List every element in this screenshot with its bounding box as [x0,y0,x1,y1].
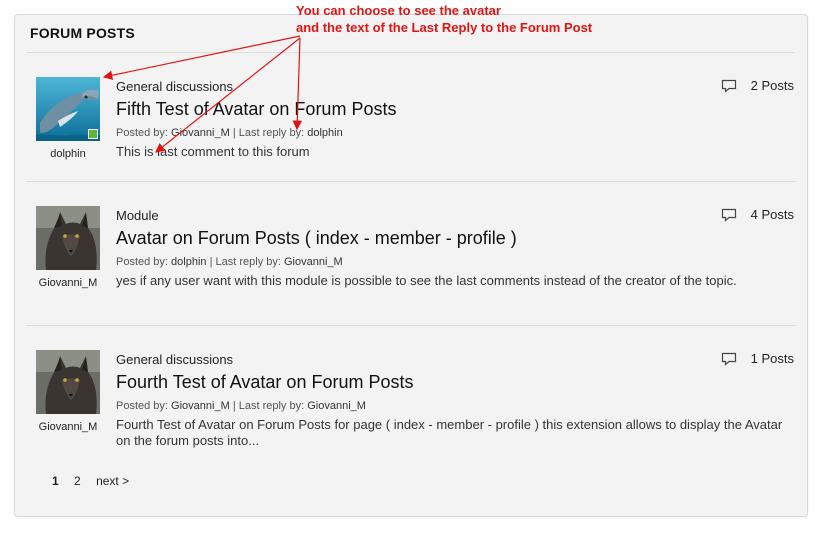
comment-icon [721,352,737,366]
last-reply-label: Last reply by: [215,256,281,268]
avatar-username[interactable]: dolphin [26,148,110,160]
author-avatar-block[interactable]: dolphin [36,77,100,160]
page-2-link[interactable]: 2 [74,474,81,488]
post-content: Module Avatar on Forum Posts ( index - m… [116,207,786,289]
posts-count-label: 1 Posts [750,351,794,366]
meta-separator: | [232,127,236,139]
posts-count-label: 2 Posts [750,78,794,93]
post-title-link[interactable]: Avatar on Forum Posts ( index - member -… [116,227,517,249]
avatar-username[interactable]: Giovanni_M [26,421,110,433]
post-meta: Posted by: Giovanni_M | Last reply by: G… [116,399,786,413]
post-category[interactable]: General discussions [116,351,786,368]
last-reply-user-link[interactable]: Giovanni_M [284,256,343,268]
online-status-indicator [88,129,98,139]
post-category[interactable]: Module [116,207,786,224]
comment-icon [721,79,737,93]
post-meta: Posted by: Giovanni_M | Last reply by: d… [116,126,786,140]
posts-count: 2 Posts [721,78,794,93]
wolf-avatar[interactable] [36,206,100,270]
row-divider [26,325,796,326]
meta-separator: | [232,400,236,412]
posted-by-label: Posted by: [116,400,168,412]
last-reply-label: Last reply by: [238,400,305,412]
post-excerpt: Fourth Test of Avatar on Forum Posts for… [116,417,783,448]
posted-by-user-link[interactable]: Giovanni_M [171,400,230,412]
posts-count: 4 Posts [721,207,794,222]
row-divider [26,181,796,182]
author-avatar-block[interactable]: Giovanni_M [36,350,100,433]
posted-by-label: Posted by: [116,127,168,139]
posted-by-label: Posted by: [116,256,168,268]
page-1-link[interactable]: 1 [52,474,59,488]
meta-separator: | [209,256,213,268]
post-title-link[interactable]: Fifth Test of Avatar on Forum Posts [116,98,396,120]
last-reply-label: Last reply by: [238,127,305,139]
posts-list: dolphin General discussions Fifth Test o… [14,14,808,517]
post-title-link[interactable]: Fourth Test of Avatar on Forum Posts [116,371,413,393]
post-content: General discussions Fourth Test of Avata… [116,351,786,449]
wolf-avatar[interactable] [36,350,100,414]
next-page-link[interactable]: next > [96,474,129,488]
pagination: 1 2 next > [52,474,141,488]
last-reply-user-link[interactable]: dolphin [307,127,342,139]
avatar-username[interactable]: Giovanni_M [26,277,110,289]
posts-count: 1 Posts [721,351,794,366]
posted-by-user-link[interactable]: Giovanni_M [171,127,230,139]
post-content: General discussions Fifth Test of Avatar… [116,78,786,160]
forum-post-item: dolphin General discussions Fifth Test o… [26,54,796,182]
post-meta: Posted by: dolphin | Last reply by: Giov… [116,255,786,269]
forum-post-item: Giovanni_M Module Avatar on Forum Posts … [26,183,796,326]
post-excerpt: This is last comment to this forum [116,144,310,159]
comment-icon [721,208,737,222]
posted-by-user-link[interactable]: dolphin [171,256,206,268]
post-category[interactable]: General discussions [116,78,786,95]
dolphin-avatar[interactable] [36,77,100,141]
last-reply-user-link[interactable]: Giovanni_M [307,400,366,412]
post-excerpt: yes if any user want with this module is… [116,273,737,288]
forum-post-item: Giovanni_M General discussions Fourth Te… [26,327,796,470]
posts-count-label: 4 Posts [750,207,794,222]
author-avatar-block[interactable]: Giovanni_M [36,206,100,289]
